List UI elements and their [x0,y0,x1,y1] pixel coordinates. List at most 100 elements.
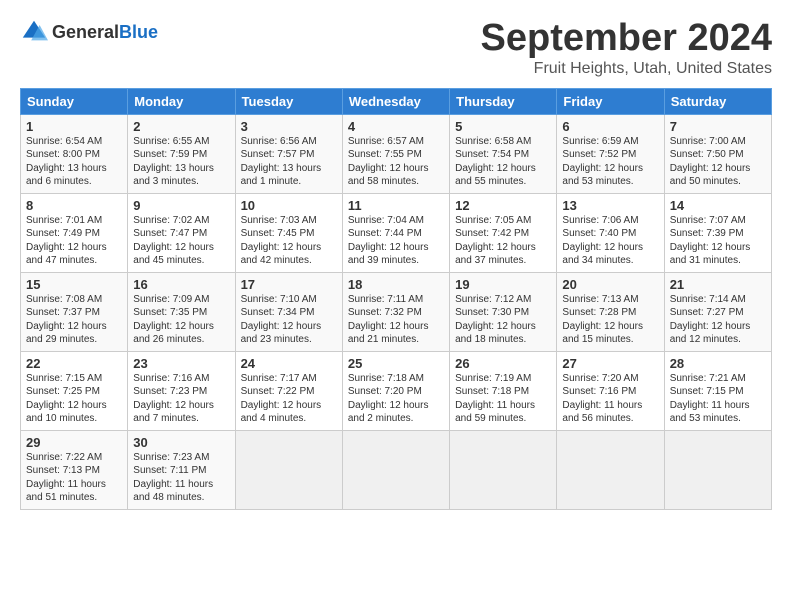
cell-details: Sunrise: 7:23 AMSunset: 7:11 PMDaylight:… [133,451,229,505]
day-number: 27 [562,356,658,371]
cell-details: Sunrise: 7:13 AMSunset: 7:28 PMDaylight:… [562,293,658,347]
calendar-cell [235,430,342,509]
calendar-cell: 15Sunrise: 7:08 AMSunset: 7:37 PMDayligh… [21,272,128,351]
calendar-cell: 30Sunrise: 7:23 AMSunset: 7:11 PMDayligh… [128,430,235,509]
calendar-cell: 5Sunrise: 6:58 AMSunset: 7:54 PMDaylight… [450,114,557,193]
day-number: 30 [133,435,229,450]
day-number: 5 [455,119,551,134]
logo-text-general: General [52,22,119,42]
cell-details: Sunrise: 6:59 AMSunset: 7:52 PMDaylight:… [562,135,658,189]
calendar-row-4: 22Sunrise: 7:15 AMSunset: 7:25 PMDayligh… [21,351,772,430]
day-number: 24 [241,356,337,371]
calendar-cell: 16Sunrise: 7:09 AMSunset: 7:35 PMDayligh… [128,272,235,351]
cell-details: Sunrise: 7:22 AMSunset: 7:13 PMDaylight:… [26,451,122,505]
cell-details: Sunrise: 7:12 AMSunset: 7:30 PMDaylight:… [455,293,551,347]
cell-details: Sunrise: 7:07 AMSunset: 7:39 PMDaylight:… [670,214,766,268]
cell-details: Sunrise: 6:55 AMSunset: 7:59 PMDaylight:… [133,135,229,189]
cell-details: Sunrise: 7:19 AMSunset: 7:18 PMDaylight:… [455,372,551,426]
calendar-row-1: 1Sunrise: 6:54 AMSunset: 8:00 PMDaylight… [21,114,772,193]
calendar-header-saturday: Saturday [664,88,771,114]
calendar-cell: 24Sunrise: 7:17 AMSunset: 7:22 PMDayligh… [235,351,342,430]
calendar-cell: 4Sunrise: 6:57 AMSunset: 7:55 PMDaylight… [342,114,449,193]
calendar-cell: 17Sunrise: 7:10 AMSunset: 7:34 PMDayligh… [235,272,342,351]
day-number: 18 [348,277,444,292]
calendar-row-3: 15Sunrise: 7:08 AMSunset: 7:37 PMDayligh… [21,272,772,351]
day-number: 29 [26,435,122,450]
calendar-cell: 29Sunrise: 7:22 AMSunset: 7:13 PMDayligh… [21,430,128,509]
calendar-header-friday: Friday [557,88,664,114]
calendar-cell: 14Sunrise: 7:07 AMSunset: 7:39 PMDayligh… [664,193,771,272]
cell-details: Sunrise: 6:58 AMSunset: 7:54 PMDaylight:… [455,135,551,189]
day-number: 3 [241,119,337,134]
day-number: 2 [133,119,229,134]
calendar-cell: 20Sunrise: 7:13 AMSunset: 7:28 PMDayligh… [557,272,664,351]
day-number: 8 [26,198,122,213]
calendar-header-sunday: Sunday [21,88,128,114]
day-number: 28 [670,356,766,371]
calendar-cell: 3Sunrise: 6:56 AMSunset: 7:57 PMDaylight… [235,114,342,193]
cell-details: Sunrise: 6:56 AMSunset: 7:57 PMDaylight:… [241,135,337,189]
day-number: 10 [241,198,337,213]
day-number: 25 [348,356,444,371]
cell-details: Sunrise: 7:00 AMSunset: 7:50 PMDaylight:… [670,135,766,189]
page: GeneralBlue September 2024 Fruit Heights… [0,0,792,520]
cell-details: Sunrise: 7:05 AMSunset: 7:42 PMDaylight:… [455,214,551,268]
calendar-cell: 2Sunrise: 6:55 AMSunset: 7:59 PMDaylight… [128,114,235,193]
title-area: September 2024 Fruit Heights, Utah, Unit… [481,18,773,78]
cell-details: Sunrise: 7:03 AMSunset: 7:45 PMDaylight:… [241,214,337,268]
calendar-cell: 27Sunrise: 7:20 AMSunset: 7:16 PMDayligh… [557,351,664,430]
cell-details: Sunrise: 7:08 AMSunset: 7:37 PMDaylight:… [26,293,122,347]
calendar-header-row: SundayMondayTuesdayWednesdayThursdayFrid… [21,88,772,114]
logo-text-blue: Blue [119,22,158,42]
calendar-cell [557,430,664,509]
location-title: Fruit Heights, Utah, United States [481,60,773,78]
calendar-header-tuesday: Tuesday [235,88,342,114]
cell-details: Sunrise: 7:09 AMSunset: 7:35 PMDaylight:… [133,293,229,347]
day-number: 22 [26,356,122,371]
cell-details: Sunrise: 7:06 AMSunset: 7:40 PMDaylight:… [562,214,658,268]
day-number: 6 [562,119,658,134]
calendar-cell: 23Sunrise: 7:16 AMSunset: 7:23 PMDayligh… [128,351,235,430]
month-title: September 2024 [481,18,773,60]
header: GeneralBlue September 2024 Fruit Heights… [20,18,772,78]
calendar-cell: 1Sunrise: 6:54 AMSunset: 8:00 PMDaylight… [21,114,128,193]
calendar-cell: 11Sunrise: 7:04 AMSunset: 7:44 PMDayligh… [342,193,449,272]
calendar-cell: 12Sunrise: 7:05 AMSunset: 7:42 PMDayligh… [450,193,557,272]
cell-details: Sunrise: 7:18 AMSunset: 7:20 PMDaylight:… [348,372,444,426]
calendar-cell: 18Sunrise: 7:11 AMSunset: 7:32 PMDayligh… [342,272,449,351]
calendar-cell: 25Sunrise: 7:18 AMSunset: 7:20 PMDayligh… [342,351,449,430]
calendar-cell: 9Sunrise: 7:02 AMSunset: 7:47 PMDaylight… [128,193,235,272]
cell-details: Sunrise: 7:11 AMSunset: 7:32 PMDaylight:… [348,293,444,347]
cell-details: Sunrise: 7:04 AMSunset: 7:44 PMDaylight:… [348,214,444,268]
cell-details: Sunrise: 6:54 AMSunset: 8:00 PMDaylight:… [26,135,122,189]
day-number: 20 [562,277,658,292]
day-number: 12 [455,198,551,213]
calendar-cell: 7Sunrise: 7:00 AMSunset: 7:50 PMDaylight… [664,114,771,193]
cell-details: Sunrise: 7:15 AMSunset: 7:25 PMDaylight:… [26,372,122,426]
calendar-cell: 19Sunrise: 7:12 AMSunset: 7:30 PMDayligh… [450,272,557,351]
cell-details: Sunrise: 7:01 AMSunset: 7:49 PMDaylight:… [26,214,122,268]
day-number: 1 [26,119,122,134]
calendar-cell: 22Sunrise: 7:15 AMSunset: 7:25 PMDayligh… [21,351,128,430]
calendar-cell: 28Sunrise: 7:21 AMSunset: 7:15 PMDayligh… [664,351,771,430]
calendar-cell: 21Sunrise: 7:14 AMSunset: 7:27 PMDayligh… [664,272,771,351]
day-number: 16 [133,277,229,292]
calendar-cell: 13Sunrise: 7:06 AMSunset: 7:40 PMDayligh… [557,193,664,272]
calendar-header-wednesday: Wednesday [342,88,449,114]
cell-details: Sunrise: 7:21 AMSunset: 7:15 PMDaylight:… [670,372,766,426]
calendar-row-5: 29Sunrise: 7:22 AMSunset: 7:13 PMDayligh… [21,430,772,509]
calendar-cell [450,430,557,509]
cell-details: Sunrise: 6:57 AMSunset: 7:55 PMDaylight:… [348,135,444,189]
calendar-cell [342,430,449,509]
day-number: 13 [562,198,658,213]
day-number: 4 [348,119,444,134]
calendar-header-thursday: Thursday [450,88,557,114]
day-number: 7 [670,119,766,134]
cell-details: Sunrise: 7:20 AMSunset: 7:16 PMDaylight:… [562,372,658,426]
cell-details: Sunrise: 7:17 AMSunset: 7:22 PMDaylight:… [241,372,337,426]
day-number: 23 [133,356,229,371]
cell-details: Sunrise: 7:14 AMSunset: 7:27 PMDaylight:… [670,293,766,347]
day-number: 14 [670,198,766,213]
calendar-cell: 10Sunrise: 7:03 AMSunset: 7:45 PMDayligh… [235,193,342,272]
calendar-cell: 8Sunrise: 7:01 AMSunset: 7:49 PMDaylight… [21,193,128,272]
